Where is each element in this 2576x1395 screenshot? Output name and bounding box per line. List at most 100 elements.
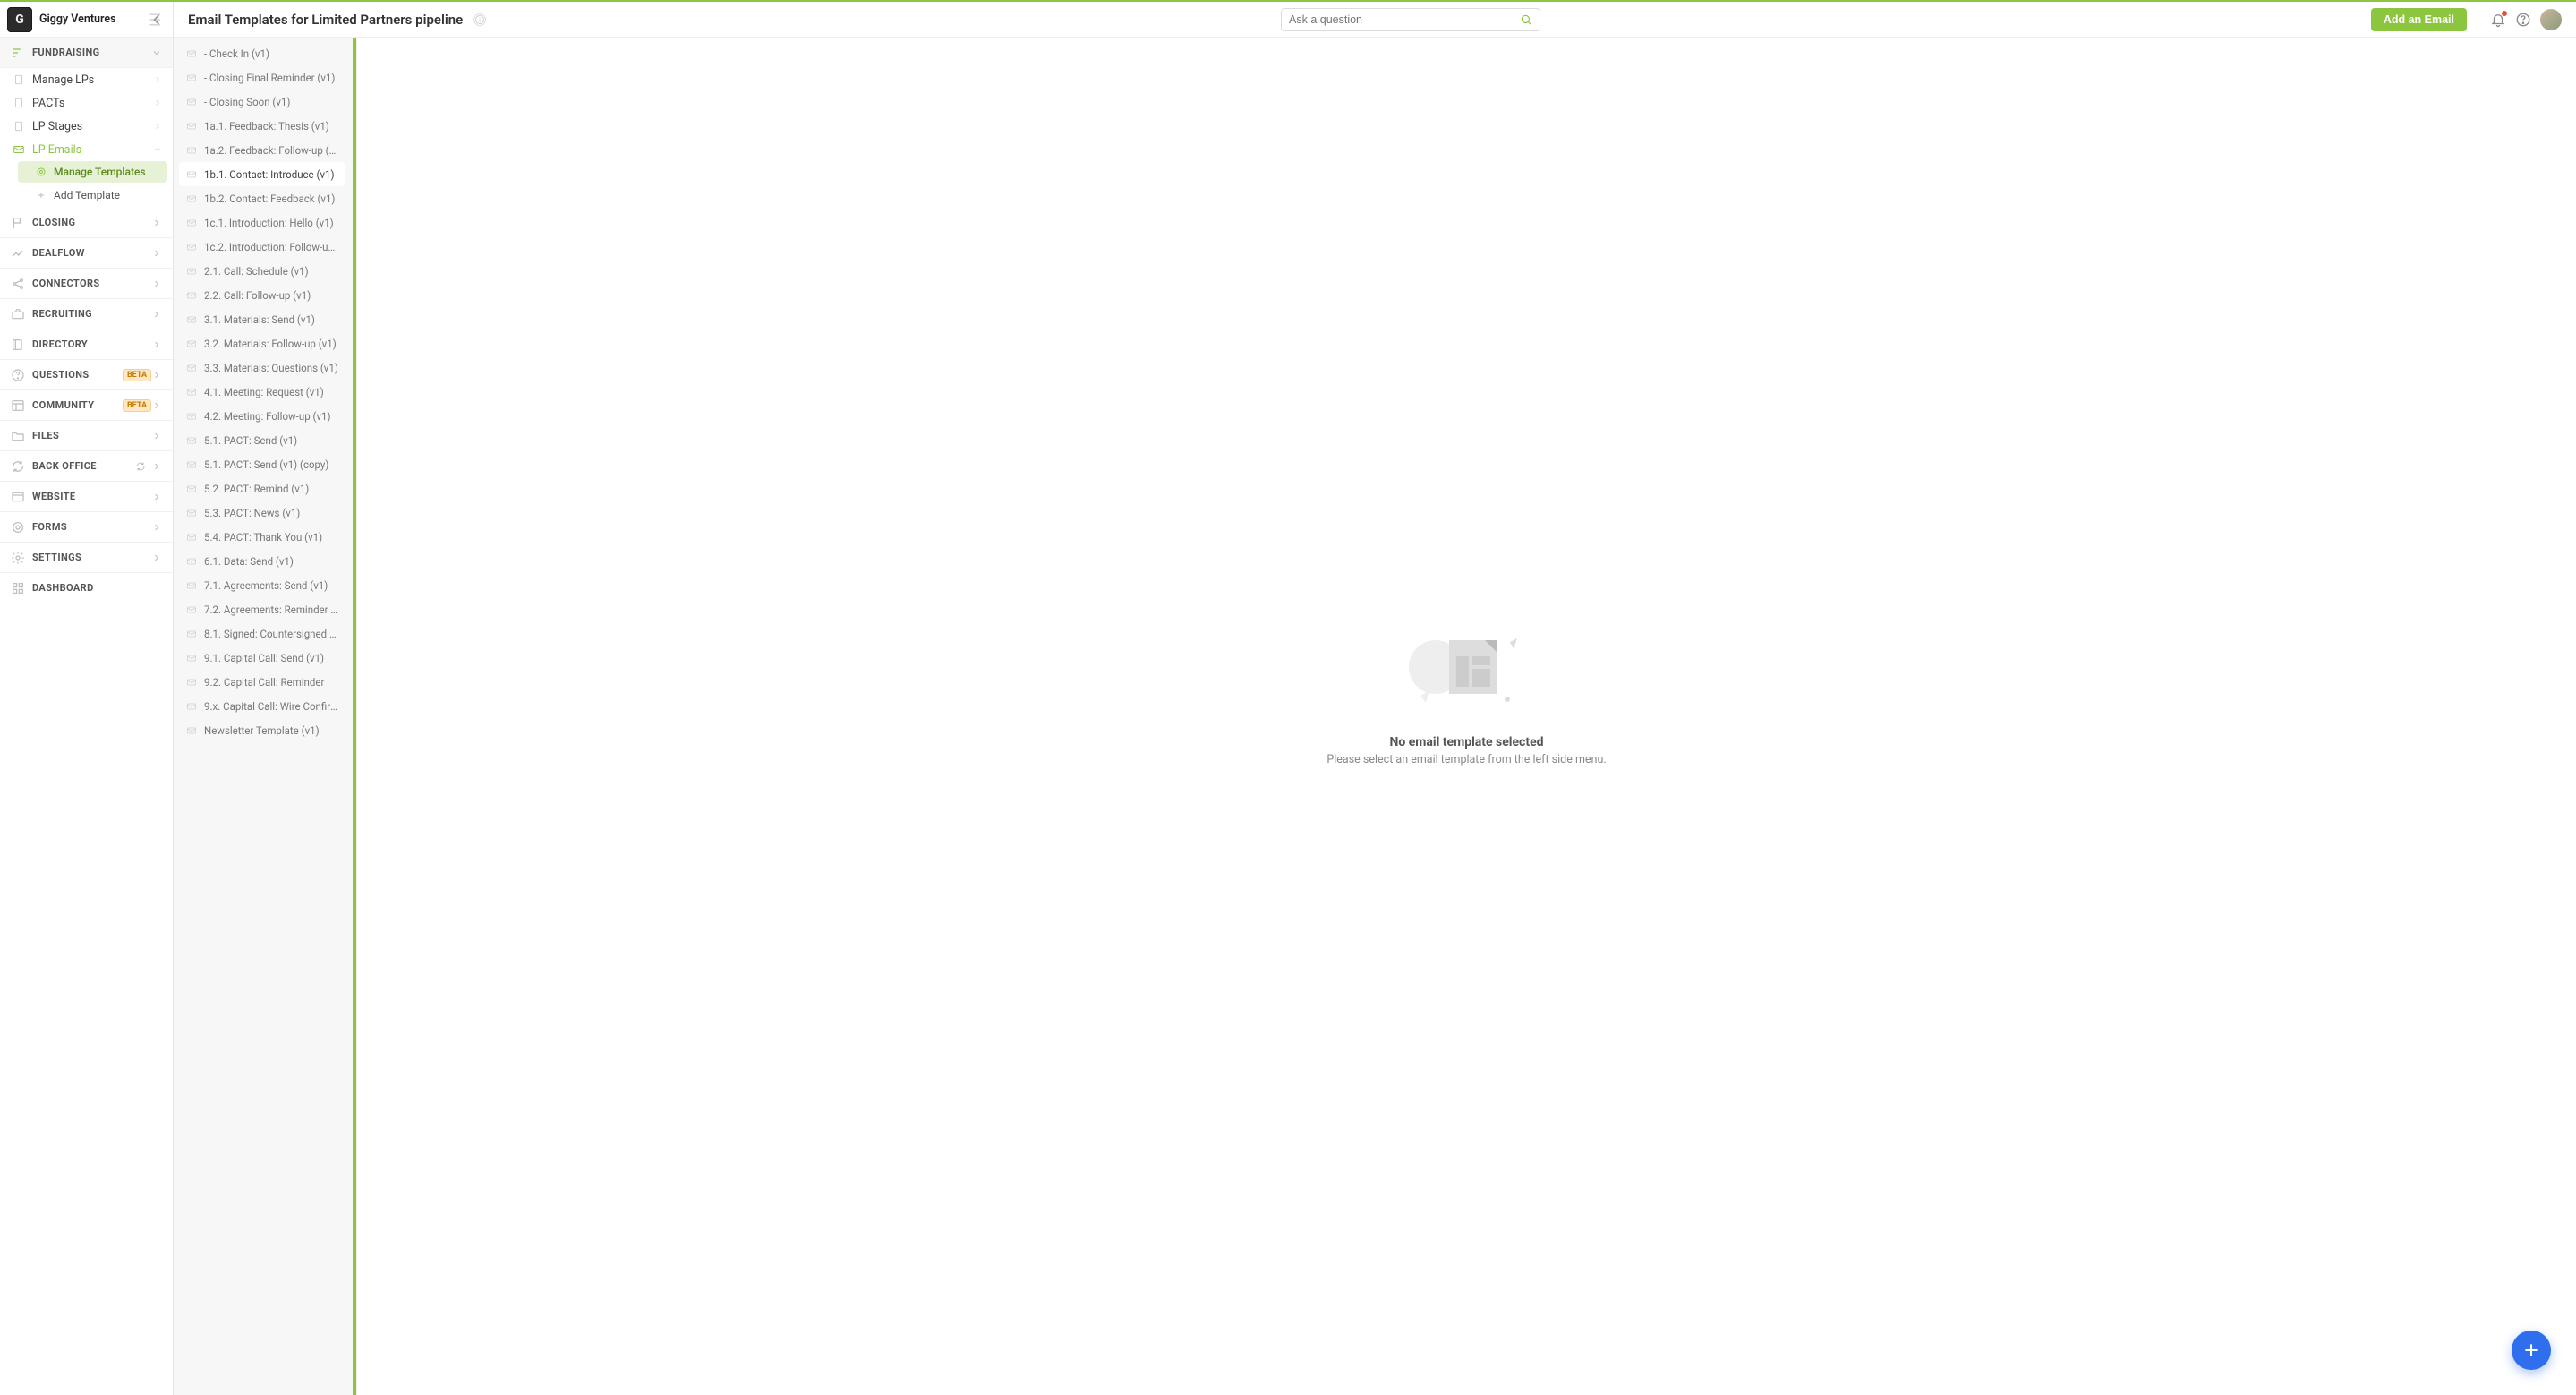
template-item[interactable]: 5.4. PACT: Thank You (v1): [179, 525, 345, 549]
template-item[interactable]: 7.2. Agreements: Reminder (v1): [179, 597, 345, 621]
template-list[interactable]: - Check In (v1) - Closing Final Reminder …: [174, 38, 353, 1395]
lp-emails-subnav: Manage TemplatesAdd Template: [0, 161, 173, 206]
user-avatar[interactable]: [2540, 9, 2562, 30]
plus-icon: [36, 190, 47, 201]
mail-icon: [186, 73, 197, 83]
template-item[interactable]: 4.1. Meeting: Request (v1): [179, 380, 345, 404]
empty-state: No email template selected Please select…: [1326, 613, 1606, 766]
template-item[interactable]: 3.2. Materials: Follow-up (v1): [179, 331, 345, 355]
template-item[interactable]: 7.1. Agreements: Send (v1): [179, 573, 345, 597]
mail-icon: [186, 484, 197, 494]
chevron-right-icon: [151, 218, 162, 228]
sidebar-item-label: PACTs: [32, 97, 153, 110]
template-item[interactable]: - Check In (v1): [179, 41, 345, 65]
fab-add-button[interactable]: [2512, 1331, 2551, 1370]
template-item-label: - Closing Final Reminder (v1): [204, 72, 338, 84]
sidebar-collapse-button[interactable]: [148, 11, 166, 29]
brand-logo[interactable]: G: [7, 7, 32, 32]
sidebar-item-label: LP Emails: [32, 143, 153, 157]
template-item[interactable]: 1a.2. Feedback: Follow-up (v1): [179, 138, 345, 162]
sidebar-section-backoffice[interactable]: BACK OFFICE: [0, 451, 173, 482]
mail-icon: [186, 532, 197, 543]
sidebar-item-pacts[interactable]: PACTs: [0, 91, 173, 115]
template-item[interactable]: - Closing Soon (v1): [179, 90, 345, 114]
template-item[interactable]: 5.3. PACT: News (v1): [179, 501, 345, 525]
sidebar-section-files[interactable]: FILES: [0, 421, 173, 451]
template-item[interactable]: 2.2. Call: Follow-up (v1): [179, 283, 345, 307]
template-item[interactable]: 1c.1. Introduction: Hello (v1): [179, 210, 345, 235]
mail-icon: [186, 677, 197, 688]
template-item[interactable]: 1c.2. Introduction: Follow-up (v1): [179, 235, 345, 259]
mail-icon: [13, 143, 25, 156]
sidebar-item-manage-lps[interactable]: Manage LPs: [0, 68, 173, 91]
sidebar-section-label: FORMS: [32, 521, 151, 533]
sidebar-item-lp-stages[interactable]: LP Stages: [0, 115, 173, 138]
template-item[interactable]: 8.1. Signed: Countersigned (v1): [179, 621, 345, 646]
question-icon: [11, 368, 25, 382]
template-item[interactable]: 9.1. Capital Call: Send (v1): [179, 646, 345, 670]
sidebar-section-settings[interactable]: SETTINGS: [0, 543, 173, 573]
template-item[interactable]: 5.1. PACT: Send (v1): [179, 428, 345, 452]
template-item[interactable]: 9.2. Capital Call: Reminder: [179, 670, 345, 694]
template-item-label: 1c.2. Introduction: Follow-up (v1): [204, 241, 338, 253]
sidebar-section-directory[interactable]: DIRECTORY: [0, 329, 173, 360]
mail-icon: [186, 629, 197, 639]
sidebar-section-dealflow[interactable]: DEALFLOW: [0, 238, 173, 269]
template-item-label: 3.2. Materials: Follow-up (v1): [204, 338, 338, 350]
template-item-label: 5.1. PACT: Send (v1): [204, 434, 338, 447]
template-item[interactable]: 1b.1. Contact: Introduce (v1): [179, 162, 345, 186]
template-item-label: 1b.2. Contact: Feedback (v1): [204, 193, 338, 205]
sidebar-subitem-manage-templates[interactable]: Manage Templates: [18, 161, 167, 183]
sidebar-section-label: CLOSING: [32, 217, 151, 228]
mail-icon: [186, 48, 197, 59]
template-item[interactable]: Newsletter Template (v1): [179, 718, 345, 742]
chevron-right-icon: [151, 309, 162, 320]
template-item-label: 6.1. Data: Send (v1): [204, 555, 338, 568]
template-item-label: 5.4. PACT: Thank You (v1): [204, 531, 338, 543]
sidebar-section-community[interactable]: COMMUNITYBETA: [0, 390, 173, 421]
chevron-right-icon: [151, 522, 162, 533]
sidebar-section-connectors[interactable]: CONNECTORS: [0, 269, 173, 299]
mail-icon: [186, 653, 197, 663]
sidebar-section-closing[interactable]: CLOSING: [0, 208, 173, 238]
sidebar-section-forms[interactable]: FORMS: [0, 512, 173, 543]
template-item[interactable]: 2.1. Call: Schedule (v1): [179, 259, 345, 283]
chevron-right-icon: [151, 431, 162, 441]
title-info-icon[interactable]: [473, 13, 486, 26]
template-item[interactable]: 3.1. Materials: Send (v1): [179, 307, 345, 331]
template-item[interactable]: 5.1. PACT: Send (v1) (copy): [179, 452, 345, 476]
add-email-button[interactable]: Add an Email: [2371, 8, 2467, 31]
template-item[interactable]: 9.x. Capital Call: Wire Confirmation: [179, 694, 345, 718]
sidebar-section-dashboard[interactable]: DASHBOARD: [0, 573, 173, 603]
template-item-label: Newsletter Template (v1): [204, 724, 338, 737]
flag-icon: [11, 216, 25, 230]
template-item[interactable]: - Closing Final Reminder (v1): [179, 65, 345, 90]
template-item[interactable]: 3.3. Materials: Questions (v1): [179, 355, 345, 380]
sidebar-section-fundraising[interactable]: FUNDRAISING: [0, 38, 173, 68]
help-icon[interactable]: [2515, 12, 2531, 28]
mail-icon: [186, 145, 197, 156]
chevron-right-icon: [153, 98, 162, 107]
template-item[interactable]: 6.1. Data: Send (v1): [179, 549, 345, 573]
bars-icon: [11, 46, 25, 60]
mail-icon: [186, 435, 197, 446]
briefcase-icon: [11, 307, 25, 321]
beta-badge: BETA: [123, 399, 151, 412]
sidebar-section-website[interactable]: WEBSITE: [0, 482, 173, 512]
sidebar-section-recruiting[interactable]: RECRUITING: [0, 299, 173, 329]
template-item[interactable]: 1a.1. Feedback: Thesis (v1): [179, 114, 345, 138]
template-item[interactable]: 4.2. Meeting: Follow-up (v1): [179, 404, 345, 428]
search-box[interactable]: [1281, 8, 1540, 31]
chevron-right-icon: [153, 122, 162, 131]
sidebar-subitem-add-template[interactable]: Add Template: [18, 184, 167, 206]
sidebar-section-questions[interactable]: QUESTIONSBETA: [0, 360, 173, 390]
sidebar-item-lp-emails[interactable]: LP Emails: [0, 138, 173, 161]
chevron-right-icon: [153, 75, 162, 84]
template-item[interactable]: 1b.2. Contact: Feedback (v1): [179, 186, 345, 210]
template-item[interactable]: 5.2. PACT: Remind (v1): [179, 476, 345, 501]
empty-illustration: [1386, 613, 1548, 721]
template-item-label: - Closing Soon (v1): [204, 96, 338, 108]
notifications-icon[interactable]: [2490, 12, 2506, 28]
search-input[interactable]: [1289, 13, 1520, 26]
content-area: No email template selected Please select…: [357, 38, 2576, 1395]
